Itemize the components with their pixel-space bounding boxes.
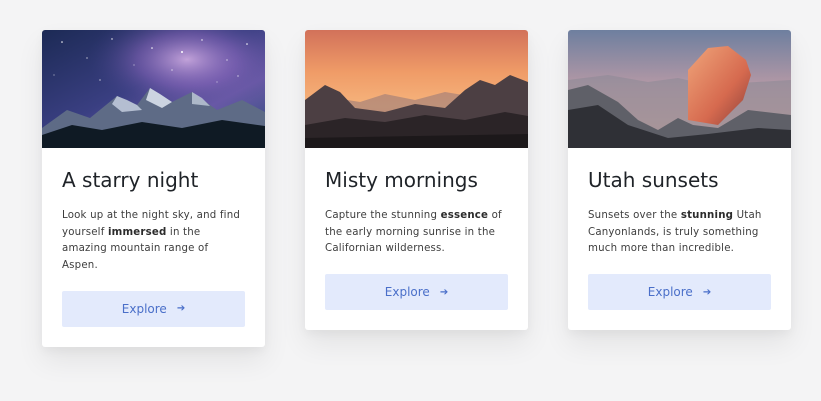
card-starry-night: A starry night Look up at the night sky,… [42,30,265,347]
card-description: Sunsets over the stunning Utah Canyonlan… [588,210,762,255]
card-body: Utah sunsets Sunsets over the stunning U… [568,148,791,330]
explore-button-label: Explore [384,285,430,300]
utah-sunsets-image [568,30,791,148]
card-title: A starry night [62,168,199,192]
arrow-right-icon: ➔ [439,286,449,298]
misty-mornings-image [305,30,528,148]
card-title: Misty mornings [325,168,478,192]
card-title: Utah sunsets [588,168,719,192]
starry-night-image [42,30,265,148]
explore-button-label: Explore [121,301,167,316]
card-body: Misty mornings Capture the stunning esse… [305,148,528,330]
card-misty-mornings: Misty mornings Capture the stunning esse… [305,30,528,331]
card-description: Look up at the night sky, and find yours… [62,210,241,272]
explore-button[interactable]: Explore ➔ [588,274,771,311]
card-description: Capture the stunning essence of the earl… [325,210,502,255]
card-utah-sunsets: Utah sunsets Sunsets over the stunning U… [568,30,791,331]
arrow-right-icon: ➔ [702,286,712,298]
explore-button[interactable]: Explore ➔ [62,290,245,327]
explore-button[interactable]: Explore ➔ [325,274,508,311]
arrow-right-icon: ➔ [176,303,186,315]
card-body: A starry night Look up at the night sky,… [42,148,265,347]
explore-button-label: Explore [647,285,693,300]
